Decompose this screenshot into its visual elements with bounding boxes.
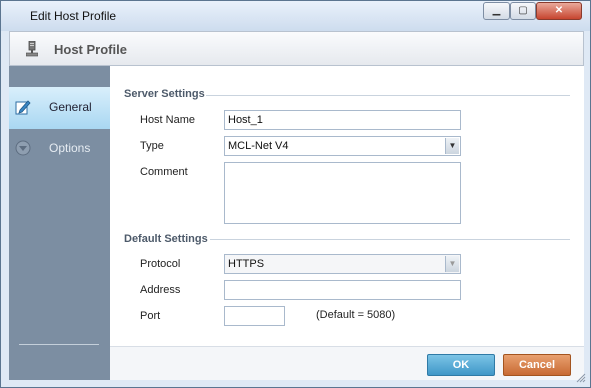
protocol-label: Protocol (140, 258, 181, 270)
sidebar-divider (19, 344, 99, 345)
server-settings-heading: Server Settings (124, 88, 205, 100)
sidebar: General Options (9, 66, 110, 380)
sidebar-item-label: Options (49, 141, 91, 155)
minimize-icon: ▁ (492, 5, 501, 16)
sidebar-item-general[interactable]: General (9, 87, 110, 129)
address-label: Address (140, 284, 181, 296)
type-label: Type (140, 140, 164, 152)
close-button[interactable]: ✕ (536, 2, 582, 20)
chevron-down-icon[interactable]: ▼ (445, 138, 459, 154)
section-divider (206, 95, 570, 96)
type-select-value: MCL-Net V4 (228, 140, 289, 152)
comment-textarea[interactable] (224, 162, 461, 224)
options-icon (15, 140, 31, 156)
title-bar[interactable]: Edit Host Profile ▁ ▢ ✕ (1, 1, 590, 31)
address-input[interactable] (224, 280, 461, 300)
type-select[interactable]: MCL-Net V4 ▼ (224, 136, 461, 156)
minimize-button[interactable]: ▁ (483, 2, 510, 20)
host-name-input[interactable]: Host_1 (224, 110, 461, 130)
section-divider (210, 239, 570, 240)
port-label: Port (140, 310, 161, 322)
sidebar-item-label: General (49, 100, 92, 114)
close-icon: ✕ (554, 5, 564, 16)
resize-grip-icon[interactable] (576, 373, 586, 383)
profile-header: Host Profile (9, 31, 584, 66)
edit-icon (15, 100, 31, 115)
maximize-icon: ▢ (518, 5, 528, 16)
ok-button[interactable]: OK (427, 354, 495, 376)
maximize-button[interactable]: ▢ (510, 2, 536, 20)
comment-label: Comment (140, 166, 188, 178)
host-name-label: Host Name (140, 114, 196, 126)
cancel-button[interactable]: Cancel (503, 354, 571, 376)
default-settings-heading: Default Settings (124, 233, 208, 245)
edit-host-profile-window: Edit Host Profile ▁ ▢ ✕ Host Profile Gen… (0, 0, 591, 388)
sidebar-item-options[interactable]: Options (9, 128, 110, 170)
computer-icon (26, 41, 38, 57)
window-title: Edit Host Profile (30, 9, 117, 23)
chevron-down-icon[interactable]: ▼ (445, 256, 459, 272)
port-input[interactable] (224, 306, 285, 326)
protocol-select-value: HTTPS (228, 258, 265, 270)
header-title: Host Profile (54, 42, 127, 57)
port-default-hint: (Default = 5080) (316, 309, 396, 321)
dialog-footer: OK Cancel (110, 346, 584, 380)
protocol-select[interactable]: HTTPS ▼ (224, 254, 461, 274)
general-panel: Server Settings Host Name Host_1 Type MC… (110, 66, 584, 346)
